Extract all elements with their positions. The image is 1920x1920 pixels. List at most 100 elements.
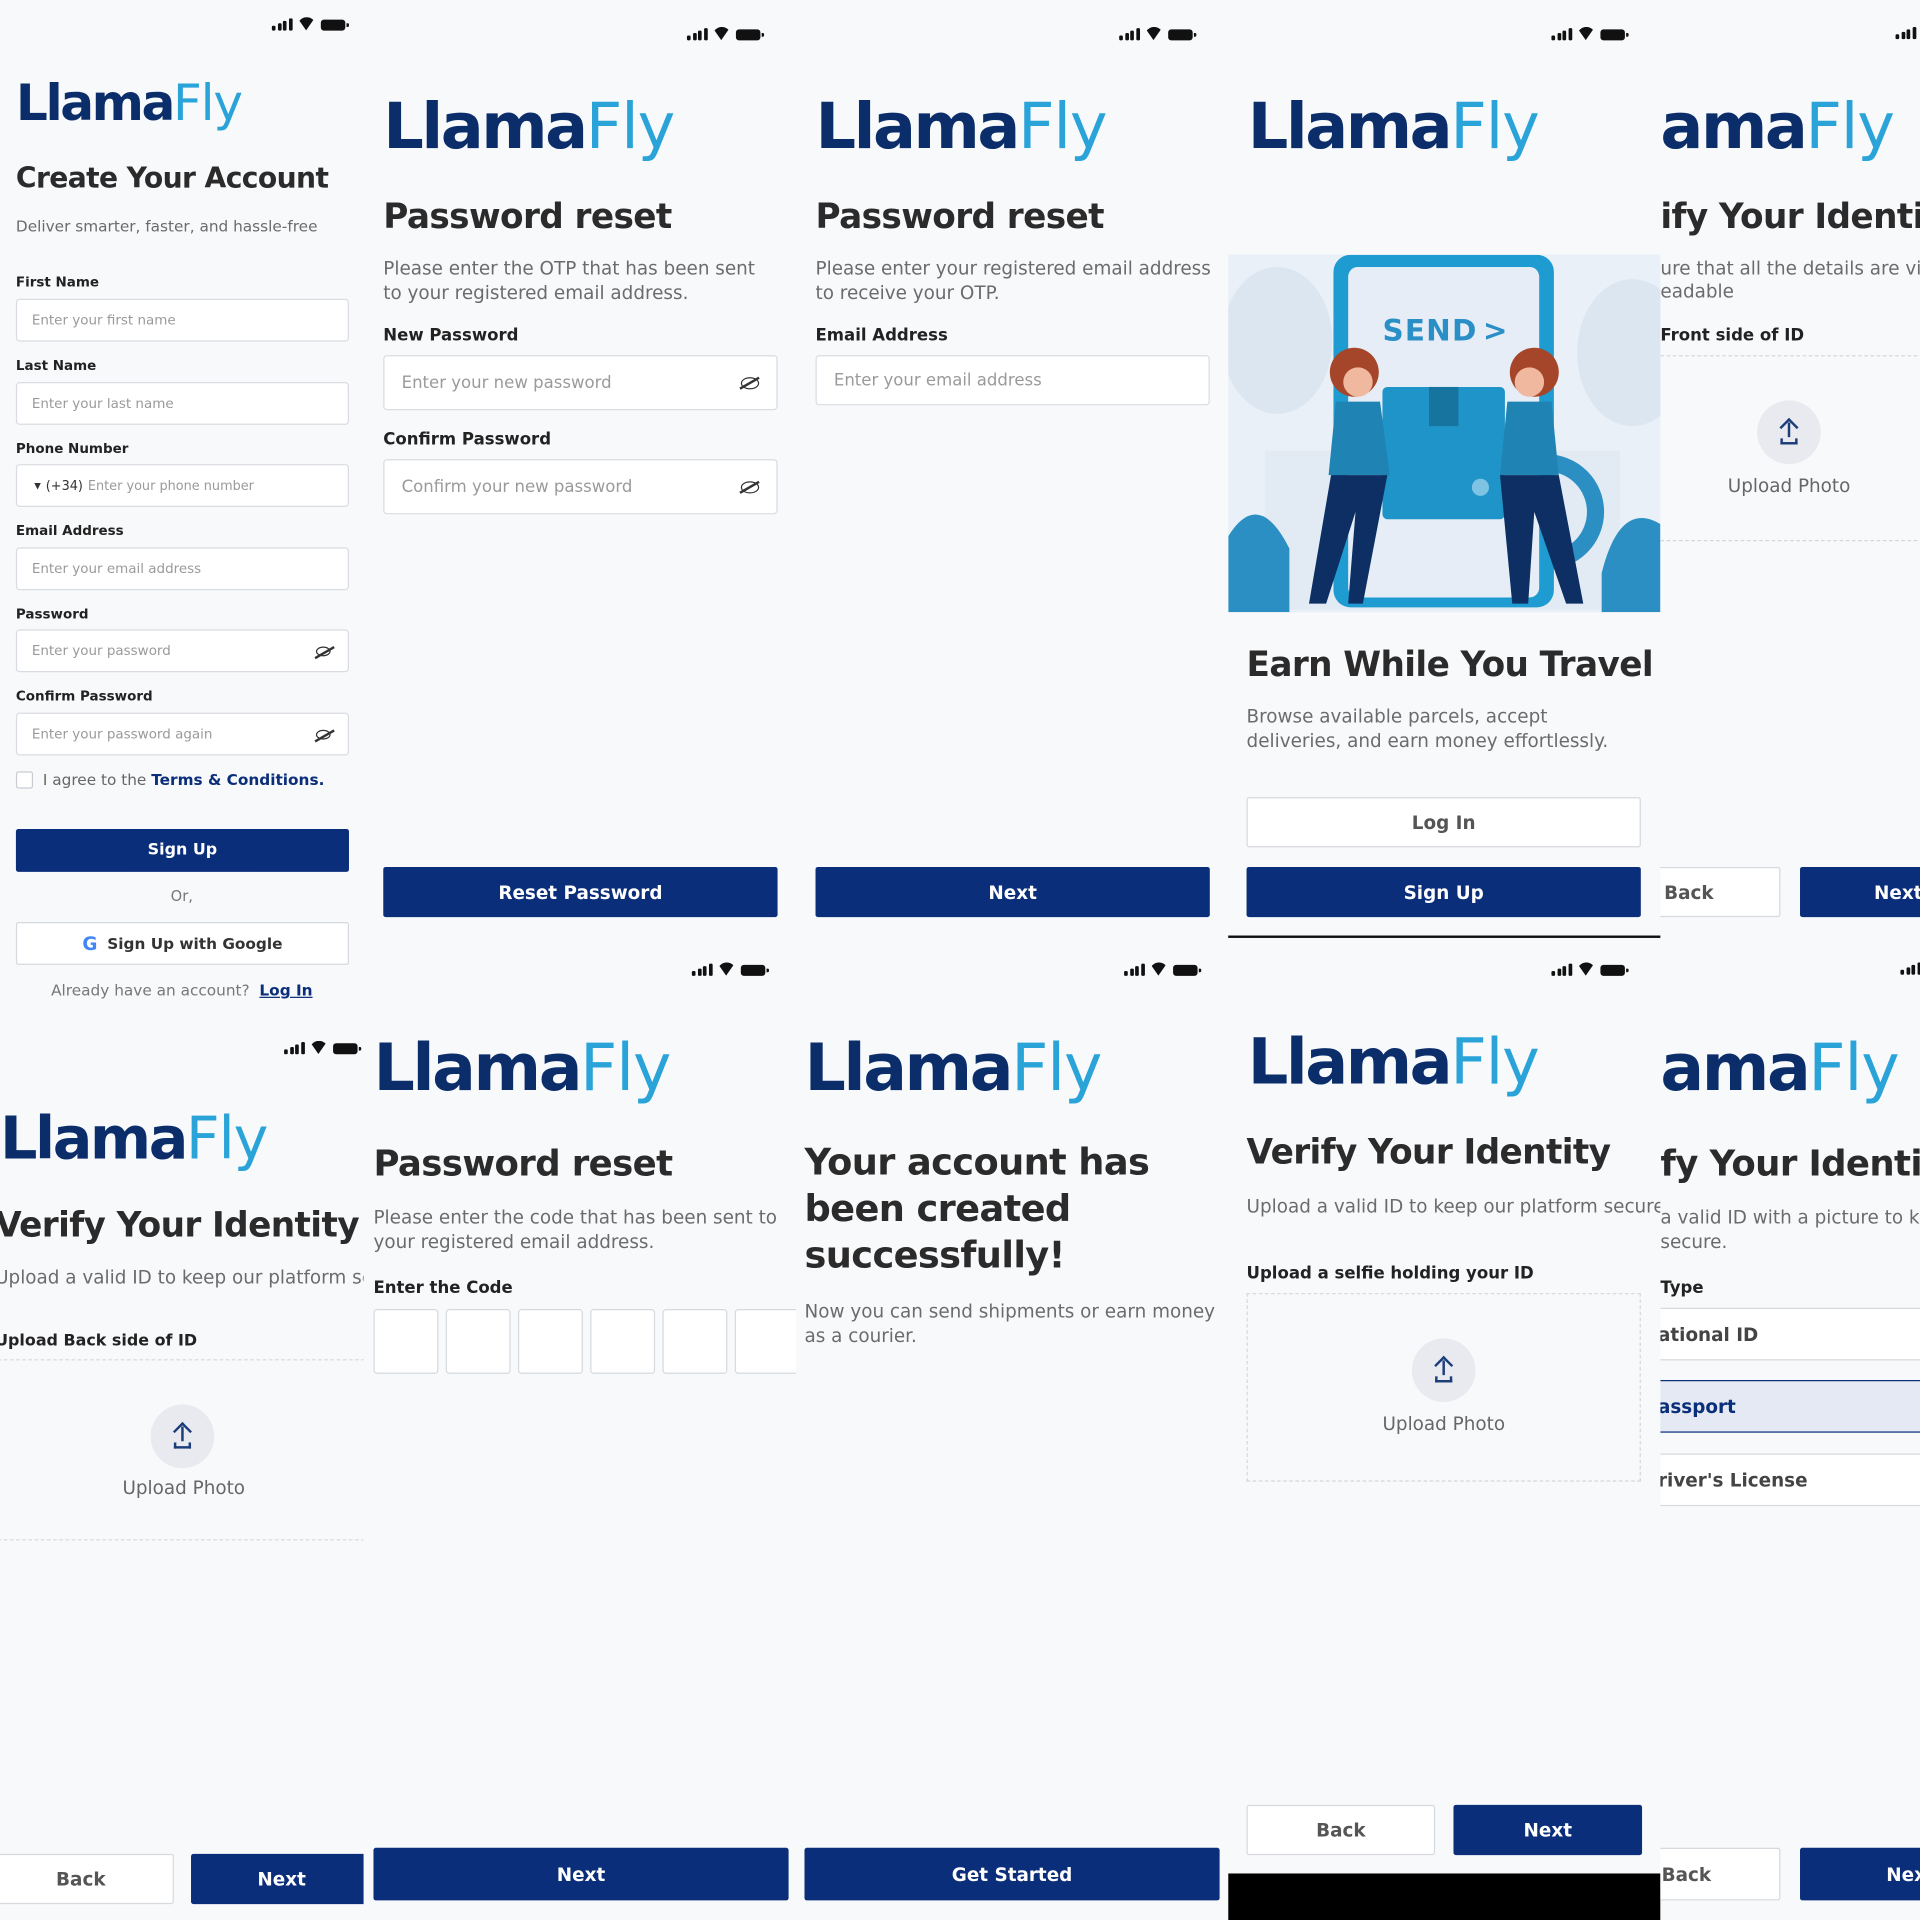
wifi-icon xyxy=(1577,962,1595,975)
email-label: Email Address xyxy=(815,325,948,346)
screen-create-account: LlamaFly Create Your Account Deliver sma… xyxy=(0,0,364,1014)
code-digit-3[interactable] xyxy=(517,1308,583,1374)
password-label: Password xyxy=(15,606,89,623)
sign-up-button[interactable]: Sign Up xyxy=(1246,866,1641,918)
upload-photo-label: Upload Photo xyxy=(122,1476,246,1499)
status-bar xyxy=(1551,962,1628,976)
eye-off-icon[interactable] xyxy=(740,480,760,493)
screens-collage: LlamaFly Create Your Account Deliver sma… xyxy=(0,0,1920,1920)
page-title-line3: successfully! xyxy=(804,1234,1065,1278)
status-bar xyxy=(1551,27,1628,41)
upload-photo-label: Upload Photo xyxy=(1382,1413,1506,1436)
logo: LlamaFly xyxy=(373,1031,671,1106)
selfie-label: Upload a selfie holding your ID xyxy=(1246,1263,1534,1284)
screen-password-reset-new: LlamaFly Password reset Please enter the… xyxy=(363,0,796,943)
id-type-option-passport[interactable]: assport xyxy=(1660,1380,1920,1433)
email-field[interactable]: Enter your email address xyxy=(15,547,349,591)
screen-verify-type: amaFly fy Your Identit a valid ID with a… xyxy=(1660,942,1920,1920)
code-digit-6[interactable] xyxy=(734,1308,796,1374)
next-button[interactable]: Next xyxy=(373,1847,789,1901)
back-button[interactable]: Back xyxy=(0,1853,174,1905)
next-button[interactable]: Next xyxy=(1800,1847,1920,1901)
google-sign-up-button[interactable]: G Sign Up with Google xyxy=(15,922,349,965)
google-icon: G xyxy=(82,932,98,955)
last-name-field[interactable]: Enter your last name xyxy=(15,382,349,425)
back-button[interactable]: Back xyxy=(1246,1804,1436,1856)
id-type-option-national-id[interactable]: ational ID xyxy=(1660,1307,1920,1361)
page-subtitle: Please enter the OTP that has been sent … xyxy=(383,257,756,304)
first-name-label: First Name xyxy=(15,274,100,291)
signal-icon xyxy=(271,18,293,31)
password-field[interactable]: Enter your password xyxy=(15,629,349,673)
eye-off-icon[interactable] xyxy=(315,645,331,656)
upload-area[interactable]: Upload Photo xyxy=(1246,1293,1641,1482)
page-title-line2: been created xyxy=(804,1187,1071,1231)
next-button[interactable]: Next xyxy=(1800,866,1920,918)
back-button[interactable]: Back xyxy=(1660,1847,1781,1901)
logo: LlamaFly xyxy=(815,90,1108,165)
status-bar xyxy=(1119,27,1196,41)
terms-link[interactable]: Terms & Conditions. xyxy=(151,770,324,788)
first-name-field[interactable]: Enter your first name xyxy=(15,298,349,342)
email-label: Email Address xyxy=(15,522,124,539)
eye-off-icon[interactable] xyxy=(740,376,760,389)
code-digit-1[interactable] xyxy=(373,1308,439,1374)
back-button[interactable]: Back xyxy=(1660,866,1781,918)
reset-password-button[interactable]: Reset Password xyxy=(383,866,778,918)
status-bar xyxy=(686,27,764,41)
page-title: Verify Your Identity xyxy=(1246,1131,1611,1172)
confirm-password-field[interactable]: Enter your password again xyxy=(15,712,349,756)
logo: LlamaFly xyxy=(1247,1026,1540,1100)
code-label: Enter the Code xyxy=(373,1278,513,1298)
logo: LlamaFly xyxy=(15,73,243,133)
screen-verify-front: amaFly ify Your Identity ure that all th… xyxy=(1660,0,1920,943)
page-subtitle: Please enter the code that has been sent… xyxy=(373,1206,778,1253)
confirm-password-label: Confirm Password xyxy=(383,429,552,450)
upload-icon xyxy=(150,1404,215,1469)
logo: LlamaFly xyxy=(1247,90,1540,165)
home-indicator-area xyxy=(1228,1873,1661,1920)
terms-checkbox[interactable] xyxy=(15,770,34,788)
terms-row: I agree to the Terms & Conditions. xyxy=(15,770,324,789)
phone-field[interactable]: ▼ (+34) Enter your phone number xyxy=(15,464,349,507)
code-digit-5[interactable] xyxy=(662,1308,728,1374)
country-dropdown-icon[interactable]: ▼ xyxy=(34,481,41,491)
phone-code[interactable]: (+34) xyxy=(46,478,83,493)
type-label: Type xyxy=(1660,1278,1704,1298)
get-started-button[interactable]: Get Started xyxy=(804,1847,1220,1901)
upload-area[interactable]: Upload Photo xyxy=(0,1359,364,1541)
next-button[interactable]: Next xyxy=(815,866,1210,918)
confirm-password-label: Confirm Password xyxy=(15,688,153,705)
eye-off-icon[interactable] xyxy=(315,729,331,739)
wifi-icon xyxy=(297,17,315,30)
page-title: Create Your Account xyxy=(15,162,329,195)
id-type-option-drivers-license[interactable]: river's License xyxy=(1660,1453,1920,1507)
wifi-icon xyxy=(1577,27,1595,40)
log-in-link[interactable]: Log In xyxy=(259,981,312,999)
upload-area[interactable]: Upload Photo xyxy=(1660,355,1920,542)
next-button[interactable]: Next xyxy=(1453,1804,1643,1856)
code-digit-2[interactable] xyxy=(445,1308,511,1374)
logo: LlamaFly xyxy=(0,1104,268,1174)
log-in-button[interactable]: Log In xyxy=(1246,797,1641,848)
phone-label: Phone Number xyxy=(15,440,129,457)
next-button[interactable]: Next xyxy=(191,1853,364,1905)
upload-icon xyxy=(1757,400,1821,465)
wifi-icon xyxy=(309,1041,327,1054)
signal-icon xyxy=(284,1042,305,1055)
page-title: Verify Your Identity xyxy=(0,1204,360,1246)
logo: LlamaFly xyxy=(383,90,675,165)
sign-up-button[interactable]: Sign Up xyxy=(15,828,349,872)
status-bar xyxy=(271,17,349,31)
status-bar xyxy=(284,1041,361,1055)
email-field[interactable]: Enter your email address xyxy=(815,355,1210,406)
confirm-password-field[interactable]: Confirm your new password xyxy=(383,459,778,515)
screen-verify-selfie: LlamaFly Verify Your Identity Upload a v… xyxy=(1228,937,1661,1920)
status-bar xyxy=(691,962,769,976)
delivery-illustration: SEND > xyxy=(1228,254,1661,613)
code-digit-4[interactable] xyxy=(590,1308,656,1374)
signal-icon xyxy=(1119,28,1140,41)
page-subtitle-line2: eadable xyxy=(1660,280,1734,303)
page-title: Earn While You Travel xyxy=(1246,644,1654,685)
new-password-field[interactable]: Enter your new password xyxy=(383,355,778,411)
